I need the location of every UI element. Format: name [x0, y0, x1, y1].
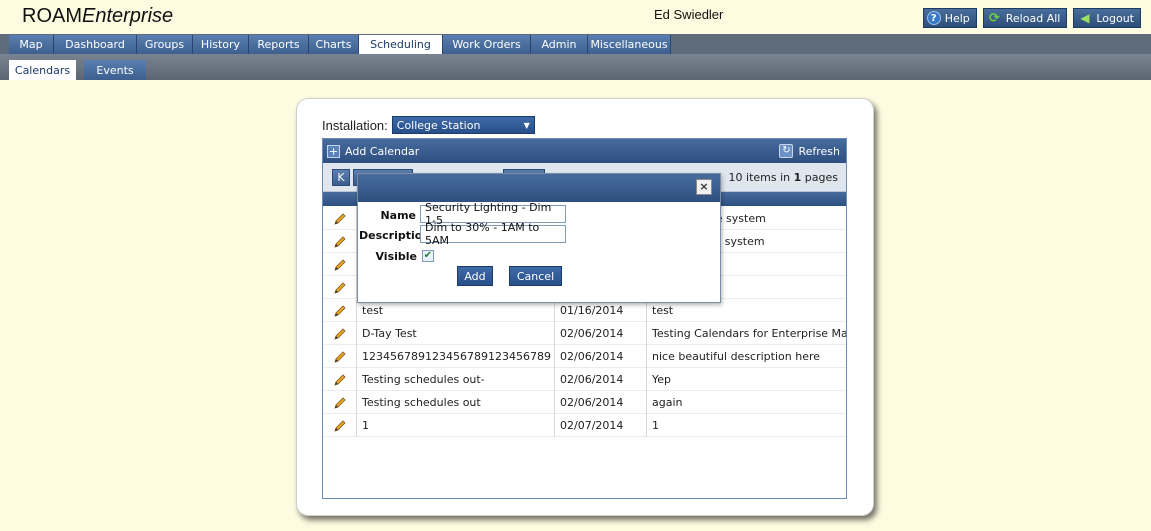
nav-tab-map[interactable]: Map — [9, 35, 54, 54]
help-icon: ? — [926, 11, 941, 25]
refresh-button[interactable]: ↻ Refresh — [779, 144, 840, 158]
reload-all-button[interactable]: ⟳ Reload All — [982, 8, 1068, 28]
edit-cell — [323, 253, 357, 276]
nav-tab-work-orders[interactable]: Work Orders — [443, 35, 531, 54]
table-row[interactable]: 123456789123456789123456789 02/06/2014 nic… — [323, 345, 846, 368]
app-logo: ROAMEnterprise — [22, 5, 174, 27]
table-row[interactable]: 1 02/07/2014 1 — [323, 414, 846, 437]
description-cell: Testing Calendars for Enterprise Manual — [652, 327, 846, 340]
top-button-group: ? Help ⟳ Reload All ◀ Logout — [922, 8, 1141, 28]
description-cell: nice beautiful description here — [652, 350, 821, 363]
name-cell: Testing schedules out — [357, 391, 555, 414]
cancel-button[interactable]: Cancel — [509, 266, 562, 286]
nav-tab-scheduling[interactable]: Scheduling — [359, 35, 443, 54]
pencil-icon[interactable] — [333, 235, 347, 249]
close-icon[interactable]: × — [696, 179, 712, 195]
add-calendar-dialog: × Name Security Lighting - Dim 1-5 Descr… — [357, 173, 721, 303]
table-row[interactable]: Testing schedules out 02/06/2014 again — [323, 391, 846, 414]
pager-info: 10 items in 1 pages — [728, 171, 838, 184]
reload-icon: ⟳ — [988, 10, 1000, 26]
date-cell: 02/06/2014 — [555, 345, 647, 368]
edit-cell — [323, 345, 357, 368]
grid-toolbar: + Add Calendar ↻ Refresh — [323, 139, 846, 163]
installation-label: Installation: — [322, 117, 388, 133]
date-cell: 02/06/2014 — [555, 368, 647, 391]
visible-label: Visible — [375, 250, 417, 263]
nav-tab-reports[interactable]: Reports — [249, 35, 309, 54]
visible-checkbox[interactable]: ✔ — [422, 250, 434, 262]
table-row[interactable]: Testing schedules out- 02/06/2014 Yep — [323, 368, 846, 391]
pencil-icon[interactable] — [333, 419, 347, 433]
first-page-button[interactable]: K — [332, 169, 350, 186]
pencil-icon[interactable] — [333, 281, 347, 295]
add-button[interactable]: Add — [457, 266, 493, 286]
description-label: Description — [359, 229, 431, 242]
plus-icon: + — [327, 144, 340, 158]
date-cell: 02/06/2014 — [555, 391, 647, 414]
pencil-icon[interactable] — [333, 304, 347, 318]
edit-cell — [323, 207, 357, 230]
logout-button[interactable]: ◀ Logout — [1073, 8, 1141, 28]
nav-tab-dashboard[interactable]: Dashboard — [54, 35, 137, 54]
edit-cell — [323, 391, 357, 414]
edit-cell — [323, 230, 357, 253]
edit-cell — [323, 299, 357, 322]
help-button[interactable]: ? Help — [922, 8, 977, 28]
add-calendar-button[interactable]: + Add Calendar — [327, 144, 419, 158]
pencil-icon[interactable] — [333, 350, 347, 364]
refresh-icon: ↻ — [779, 144, 794, 158]
installation-select[interactable]: College Station ▼ — [391, 116, 535, 134]
edit-cell — [323, 276, 357, 299]
date-cell: 02/07/2014 — [555, 414, 647, 437]
name-cell: 123456789123456789123456789 — [357, 345, 555, 368]
pencil-icon[interactable] — [333, 373, 347, 387]
nav-tab-admin[interactable]: Admin — [531, 35, 588, 54]
installation-row: Installation: College Station ▼ — [322, 116, 535, 134]
edit-cell — [323, 414, 357, 437]
pencil-icon[interactable] — [333, 258, 347, 272]
date-cell: 02/06/2014 — [555, 322, 647, 345]
name-cell: D-Tay Test — [357, 322, 555, 345]
name-cell: Testing schedules out- — [357, 368, 555, 391]
name-cell: 1 — [357, 414, 555, 437]
pencil-icon[interactable] — [333, 212, 347, 226]
main-nav: Map Dashboard Groups History Reports Charts Sc… — [0, 34, 1151, 54]
pencil-icon[interactable] — [333, 396, 347, 410]
sub-nav: Calendars Events — [0, 54, 1151, 80]
edit-cell — [323, 368, 357, 391]
nav-tab-miscellaneous[interactable]: Miscellaneous — [588, 35, 671, 54]
calendar-panel: Installation: College Station ▼ + Add Ca… — [296, 98, 874, 516]
description-cell: again — [652, 396, 683, 409]
description-cell: 1 — [652, 419, 659, 432]
dialog-title-bar: × — [358, 174, 720, 202]
nav-tab-charts[interactable]: Charts — [309, 35, 359, 54]
description-cell: Yep — [652, 373, 672, 386]
table-row[interactable]: D-Tay Test 02/06/2014 Testing Calendars fo… — [323, 322, 846, 345]
edit-cell — [323, 322, 357, 345]
arrow-left-icon: ◀ — [1080, 11, 1090, 25]
user-name: Ed Swiedler — [654, 7, 724, 22]
sub-tab-calendars[interactable]: Calendars — [9, 60, 76, 80]
pencil-icon[interactable] — [333, 327, 347, 341]
sub-tab-events[interactable]: Events — [84, 60, 146, 80]
nav-tab-history[interactable]: History — [193, 35, 249, 54]
chevron-down-icon: ▼ — [523, 120, 530, 130]
name-label: Name — [380, 209, 416, 222]
description-field[interactable]: Dim to 30% - 1AM to 5AM — [420, 221, 566, 247]
nav-tab-groups[interactable]: Groups — [137, 35, 193, 54]
